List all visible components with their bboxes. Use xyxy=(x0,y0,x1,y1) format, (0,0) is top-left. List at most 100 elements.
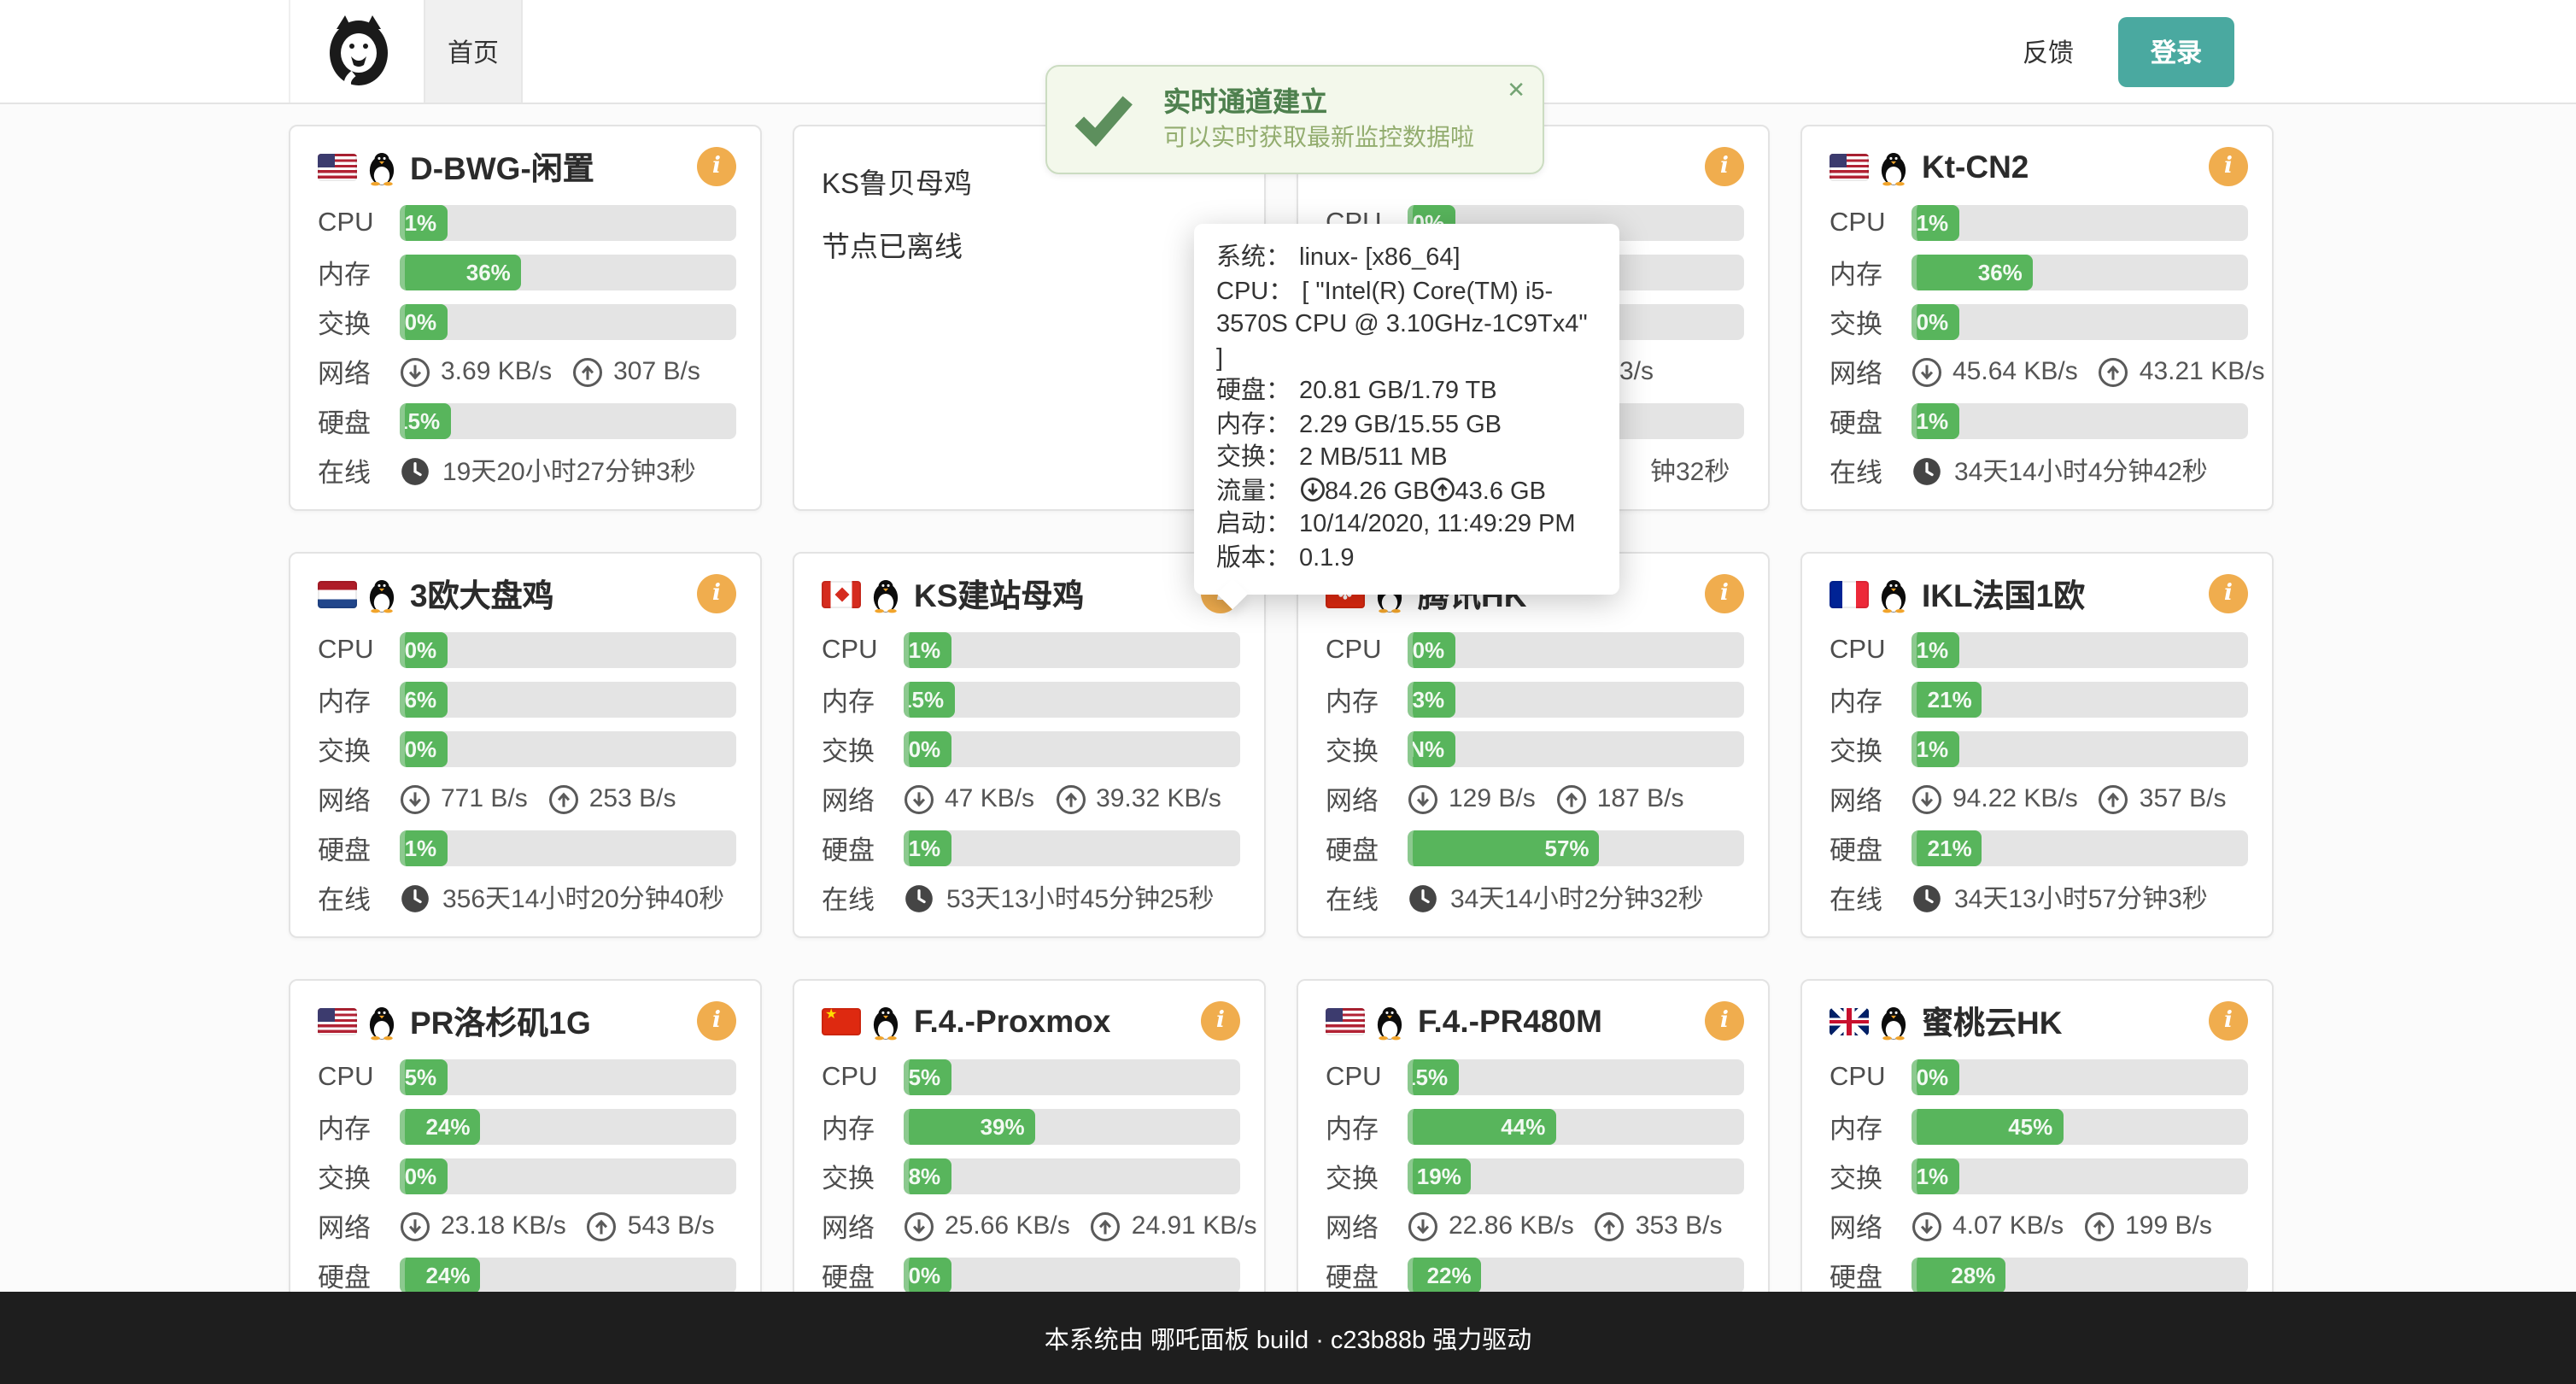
feedback-link[interactable]: 反馈 xyxy=(2023,33,2074,69)
server-name: IKL法国1欧 xyxy=(1922,572,2085,617)
cpu-bar: 5% xyxy=(904,1059,1240,1095)
memory-row: 内存 39% xyxy=(822,1109,1240,1145)
memory-row: 内存 3% xyxy=(1326,682,1744,718)
clock-icon xyxy=(400,883,430,913)
memory-bar: 36% xyxy=(1912,255,2248,290)
panel-link[interactable]: 哪吒面板 xyxy=(1150,1327,1250,1354)
memory-row: 内存 24% xyxy=(318,1109,736,1145)
arrow-circle-down-icon xyxy=(1408,783,1438,814)
navbar-right: 反馈 登录 xyxy=(2023,0,2234,103)
info-icon[interactable]: i xyxy=(2209,1001,2248,1041)
memory-row: 内存 36% xyxy=(318,255,736,290)
network-row: 网络 22.86 KB/s 353 B/s xyxy=(1326,1208,1744,1244)
server-card: Kt-CN2 i CPU 1% 内存 36% 交换 0% 网络 xyxy=(1800,125,2274,511)
memory-bar: 6% xyxy=(400,682,736,718)
swap-row: 交换 19% xyxy=(1326,1158,1744,1194)
network-row: 网络 129 B/s 187 B/s xyxy=(1326,781,1744,817)
net-fragment: 3/s xyxy=(1619,357,1654,386)
disk-bar: 11% xyxy=(1912,403,2248,439)
disk-row: 硬盘 1% xyxy=(318,830,736,866)
memory-row: 内存 15% xyxy=(822,682,1240,718)
disk-bar: 1% xyxy=(904,830,1240,866)
tooltip-traffic-line: 流量：84.26 GB43.6 GB xyxy=(1216,476,1597,509)
memory-row: 内存 44% xyxy=(1326,1109,1744,1145)
country-flag-icon xyxy=(318,581,357,608)
info-icon[interactable]: i xyxy=(1705,574,1744,613)
uptime-row: 在线 356天14小时20分钟40秒 xyxy=(318,880,736,916)
cpu-row: CPU 1% xyxy=(822,632,1240,668)
network-row: 网络 4.07 KB/s 199 B/s xyxy=(1830,1208,2248,1244)
linux-tux-icon xyxy=(1879,1004,1908,1040)
linux-tux-icon xyxy=(1375,1004,1404,1040)
net-download-value: 23.18 KB/s xyxy=(441,1211,566,1240)
server-card: IKL法国1欧 i CPU 1% 内存 21% 交换 1% 网络 xyxy=(1800,552,2274,938)
swap-row: 交换 8% xyxy=(822,1158,1240,1194)
net-download-value: 94.22 KB/s xyxy=(1952,784,2078,813)
net-download-value: 129 B/s xyxy=(1449,784,1536,813)
info-icon[interactable]: i xyxy=(697,1001,736,1041)
linux-tux-icon xyxy=(1879,150,1908,185)
memory-bar: 3% xyxy=(1408,682,1744,718)
server-info-tooltip: 系统：linux- [x86_64]CPU：[ "Intel(R) Core(T… xyxy=(1194,224,1619,595)
disk-row: 硬盘 57% xyxy=(1326,830,1744,866)
info-icon[interactable]: i xyxy=(697,147,736,186)
close-icon[interactable]: ✕ xyxy=(1507,77,1525,104)
arrow-circle-down-icon xyxy=(1912,783,1942,814)
tab-home-label: 首页 xyxy=(448,33,499,69)
country-flag-icon xyxy=(318,1008,357,1035)
arrow-circle-down-icon xyxy=(1299,476,1325,501)
swap-row: 交换 0% xyxy=(822,731,1240,767)
cpu-bar: 5% xyxy=(400,1059,736,1095)
site-logo[interactable] xyxy=(289,0,425,103)
disk-bar: 15% xyxy=(400,403,736,439)
clock-icon xyxy=(1912,883,1942,913)
uptime-value: 53天13小时45分钟25秒 xyxy=(946,880,1215,916)
info-icon[interactable]: i xyxy=(2209,574,2248,613)
swap-row: 交换 1% xyxy=(1830,731,2248,767)
linux-tux-icon xyxy=(1879,577,1908,613)
swap-bar: 0% xyxy=(1912,304,2248,340)
tab-home[interactable]: 首页 xyxy=(424,0,523,103)
info-icon[interactable]: i xyxy=(697,574,736,613)
disk-bar: 28% xyxy=(1912,1258,2248,1293)
swap-row: 交换 0% xyxy=(318,1158,736,1194)
swap-bar: 8% xyxy=(904,1158,1240,1194)
country-flag-icon xyxy=(822,581,861,608)
uptime-value: 34天14小时4分钟42秒 xyxy=(1954,453,2208,489)
uptime-row: 在线 19天20小时27分钟3秒 xyxy=(318,453,736,489)
disk-row: 硬盘 11% xyxy=(1830,403,2248,439)
memory-row: 内存 36% xyxy=(1830,255,2248,290)
memory-bar: 24% xyxy=(400,1109,736,1145)
net-upload-value: 24.91 KB/s xyxy=(1132,1211,1257,1240)
cpu-bar: 0% xyxy=(400,632,736,668)
arrow-circle-up-icon xyxy=(2099,783,2129,814)
swap-bar: 19% xyxy=(1408,1158,1744,1194)
clock-icon xyxy=(1912,455,1942,486)
disk-row: 硬盘 22% xyxy=(1326,1258,1744,1293)
disk-bar: 1% xyxy=(400,830,736,866)
info-icon[interactable]: i xyxy=(2209,147,2248,186)
arrow-circle-down-icon xyxy=(400,1211,430,1241)
swap-row: 交换 NaN% xyxy=(1326,731,1744,767)
uptime-row: 在线 34天14小时2分钟32秒 xyxy=(1326,880,1744,916)
arrow-circle-up-icon xyxy=(2084,1211,2115,1241)
info-icon[interactable]: i xyxy=(1705,1001,1744,1041)
disk-bar: 22% xyxy=(1408,1258,1744,1293)
net-upload-value: 39.32 KB/s xyxy=(1096,784,1221,813)
memory-bar: 15% xyxy=(904,682,1240,718)
uptime-value: 19天20小时27分钟3秒 xyxy=(442,453,696,489)
country-flag-icon xyxy=(1326,1008,1365,1035)
net-download-value: 45.64 KB/s xyxy=(1952,357,2078,386)
swap-bar: 1% xyxy=(1912,731,2248,767)
info-icon[interactable]: i xyxy=(1705,147,1744,186)
server-name: KS建站母鸡 xyxy=(914,572,1084,617)
login-button[interactable]: 登录 xyxy=(2118,16,2234,86)
arrow-circle-up-icon xyxy=(587,1211,618,1241)
swap-bar: 0% xyxy=(400,731,736,767)
swap-row: 交换 1% xyxy=(1830,1158,2248,1194)
uptime-fragment: 钟32秒 xyxy=(1650,453,1730,489)
cpu-row: CPU 15% xyxy=(1326,1059,1744,1095)
country-flag-icon xyxy=(318,154,357,181)
memory-row: 内存 6% xyxy=(318,682,736,718)
info-icon[interactable]: i xyxy=(1201,1001,1240,1041)
